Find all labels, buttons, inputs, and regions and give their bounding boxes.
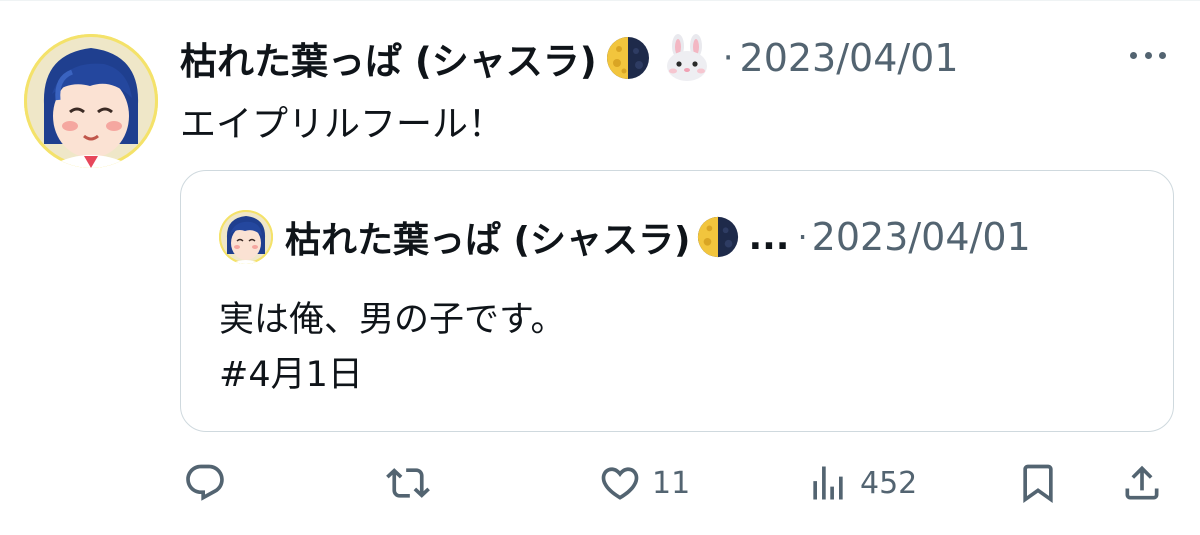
quoted-tweet-header: 枯れた葉っぱ (シャスラ) ... · 2023/04/01 [219, 209, 1031, 265]
more-options-button[interactable] [1126, 40, 1170, 70]
tweet[interactable]: 枯れた葉っぱ (シャスラ) · 2023/04/01 エイプリルフール！ 枯れた… [0, 0, 1200, 535]
tweet-header: 枯れた葉っぱ (シャスラ) · 2023/04/01 [180, 30, 959, 86]
moon-icon [606, 37, 649, 79]
like-count: 11 [652, 465, 691, 501]
quoted-header-separator: · [797, 218, 808, 256]
quoted-tweet-date: 2023/04/01 [811, 215, 1031, 259]
reply-button[interactable] [183, 455, 227, 511]
tweet-text: エイプリルフール！ [180, 104, 505, 145]
moon-icon [698, 216, 739, 258]
like-button[interactable]: 11 [598, 455, 690, 511]
more-dot [1159, 51, 1166, 59]
bookmark-icon [1023, 464, 1053, 504]
reply-icon [186, 464, 224, 501]
quoted-name-truncation: ... [748, 216, 790, 258]
bookmark-button[interactable] [1016, 455, 1060, 511]
author-display-name[interactable]: 枯れた葉っぱ (シャスラ) [180, 31, 597, 85]
share-button[interactable] [1120, 455, 1164, 511]
quoted-tweet-hashtag[interactable]: #4月1日 [219, 346, 363, 397]
retweet-button[interactable] [386, 455, 430, 511]
quoted-author-display-name: 枯れた葉っぱ (シャスラ) [285, 220, 691, 261]
quoted-tweet-card[interactable]: 枯れた葉っぱ (シャスラ) ... · 2023/04/01 実は俺、男の子です… [180, 170, 1174, 432]
views-button[interactable]: 452 [806, 455, 917, 511]
views-count: 452 [860, 465, 918, 501]
more-dot [1144, 51, 1152, 59]
share-icon [1125, 465, 1159, 500]
tweet-date[interactable]: 2023/04/01 [740, 36, 959, 80]
quoted-author-avatar [219, 210, 273, 264]
author-avatar[interactable] [24, 34, 158, 168]
views-bar-icon [813, 466, 843, 500]
heart-icon [601, 467, 639, 500]
header-separator: · [722, 38, 734, 78]
rabbit-icon [666, 34, 707, 81]
more-horizontal-icon [1130, 51, 1137, 59]
retweet-icon [386, 468, 430, 498]
quoted-tweet-text-line: 実は俺、男の子です。 [219, 300, 566, 340]
avatar-image [24, 34, 158, 168]
quoted-avatar-image [219, 210, 273, 264]
tweet-action-bar: 11 452 [0, 455, 1200, 511]
